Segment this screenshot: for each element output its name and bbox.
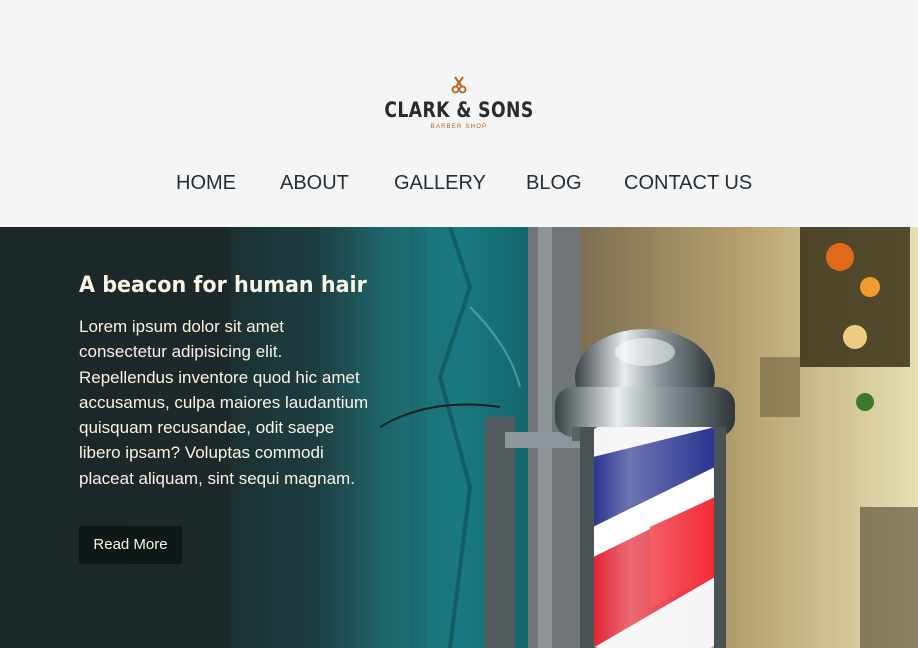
hero-content: A beacon for human hair Lorem ipsum dolo… — [79, 273, 379, 491]
brand-logo[interactable]: CLARK & SONS BARBER SHOP — [0, 76, 918, 130]
nav-item-gallery[interactable]: GALLERY — [394, 172, 486, 195]
main-nav: HOME ABOUT GALLERY BLOG CONTACT US — [0, 172, 918, 202]
site-header: CLARK & SONS BARBER SHOP HOME ABOUT GALL… — [0, 0, 918, 227]
nav-item-about[interactable]: ABOUT — [280, 172, 349, 195]
hero-title: A beacon for human hair — [79, 273, 367, 298]
nav-item-contact[interactable]: CONTACT US — [624, 172, 752, 195]
brand-name: CLARK & SONS — [384, 98, 534, 122]
nav-item-home[interactable]: HOME — [176, 172, 236, 195]
read-more-button[interactable]: Read More — [79, 526, 182, 564]
hero-section: A beacon for human hair Lorem ipsum dolo… — [0, 227, 918, 648]
nav-item-blog[interactable]: BLOG — [526, 172, 582, 195]
scissors-icon — [451, 76, 467, 94]
hero-body-text: Lorem ipsum dolor sit amet consectetur a… — [79, 317, 369, 488]
brand-tagline: BARBER SHOP — [430, 124, 488, 130]
